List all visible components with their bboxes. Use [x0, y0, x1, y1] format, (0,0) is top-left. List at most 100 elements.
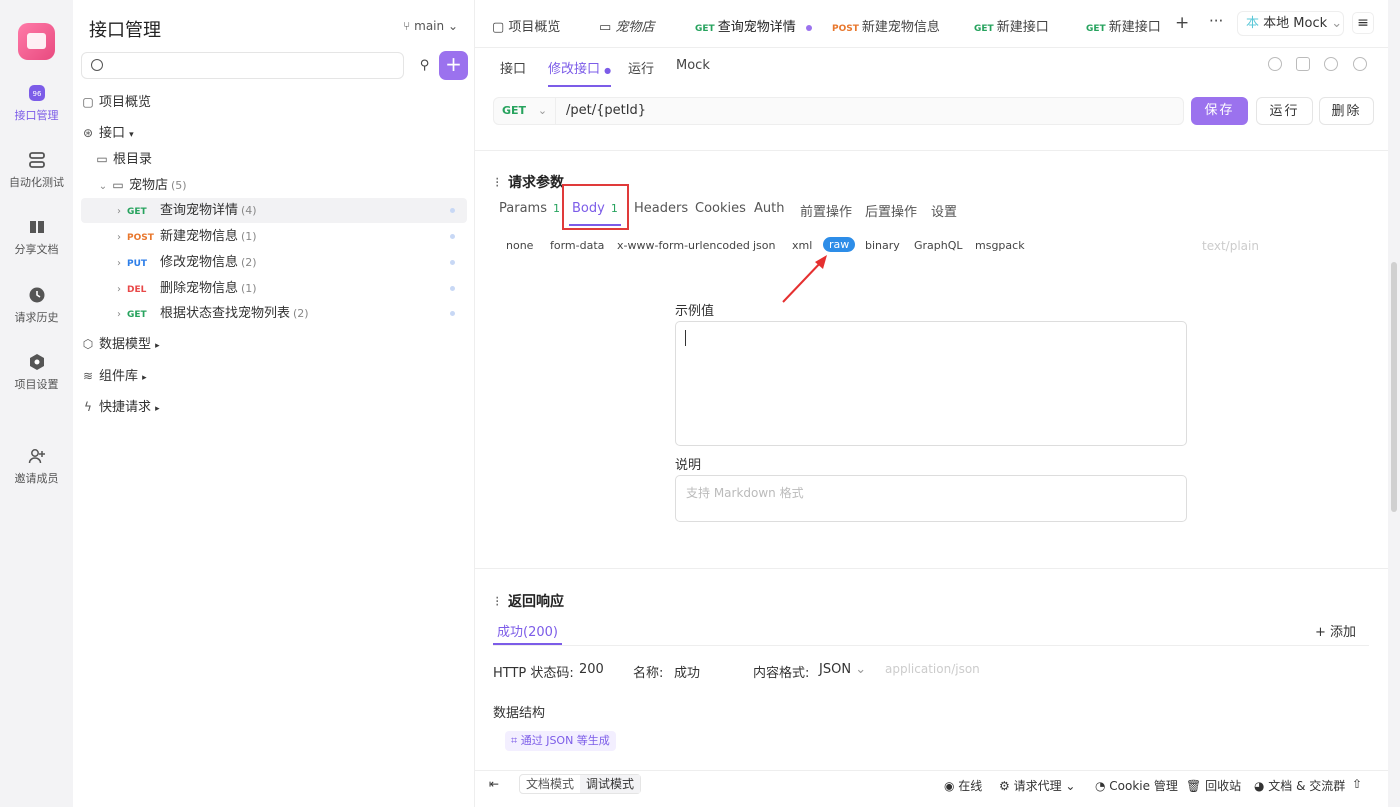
tab-params[interactable]: Params 1: [499, 201, 560, 216]
body-type-msgpack[interactable]: msgpack: [975, 239, 1025, 252]
rail-item-docs[interactable]: 分享文档: [0, 218, 73, 257]
tree-item-components[interactable]: ≋ 组件库 ▸: [81, 364, 467, 389]
tree-item-api[interactable]: › GET 查询宠物详情 (4): [81, 198, 467, 223]
app-logo: [18, 23, 55, 60]
trash-icon: 🗑: [1186, 779, 1206, 793]
chevron-down-icon: ⌄: [1331, 16, 1343, 31]
chart-icon[interactable]: [1268, 57, 1282, 71]
tree-item-api[interactable]: › DEL 删除宠物信息 (1): [81, 276, 467, 301]
status-dot: [450, 311, 455, 316]
clock-icon: [29, 287, 44, 303]
tree-item-api[interactable]: › GET 根据状态查找宠物列表 (2): [81, 301, 467, 326]
subtab-api[interactable]: 接口: [500, 58, 526, 77]
generate-from-json-button[interactable]: ⌗ 通过 JSON 等生成: [505, 731, 616, 751]
rail-item-automation[interactable]: 自动化测试: [0, 151, 73, 190]
tab-api[interactable]: POST 新建宠物信息: [832, 16, 940, 35]
menu-icon[interactable]: ≡: [1352, 12, 1374, 34]
plus-icon: +: [1315, 625, 1331, 640]
tab-overview[interactable]: ▢ 项目概览: [492, 16, 560, 35]
trash-button[interactable]: 🗑 回收站: [1186, 777, 1241, 794]
tab-cookies[interactable]: Cookies: [695, 201, 746, 216]
url-input[interactable]: /pet/{petId}: [566, 98, 646, 124]
sidebar-title: 接口管理: [89, 20, 161, 41]
tab-post-script[interactable]: 后置操作: [865, 201, 917, 220]
body-type-urlencoded[interactable]: x-www-form-urlencoded: [617, 239, 750, 252]
automation-icon: [28, 152, 45, 168]
share-icon[interactable]: [1324, 57, 1338, 71]
tab-pre-script[interactable]: 前置操作: [800, 201, 852, 220]
chevron-down-icon: ⌄: [1065, 779, 1076, 793]
status-code-value[interactable]: 200: [579, 662, 604, 677]
add-tab-button[interactable]: +: [1175, 13, 1189, 33]
name-value[interactable]: 成功: [674, 662, 700, 681]
body-type-binary[interactable]: binary: [865, 239, 900, 252]
subtab-bar: 接口 修改接口 ● 运行 Mock: [475, 48, 1388, 87]
online-status[interactable]: ◉ 在线: [944, 777, 982, 794]
env-selector[interactable]: 本 本地 Mock ⌄: [1237, 11, 1344, 36]
body-type-none[interactable]: none: [506, 239, 533, 252]
desc-textarea[interactable]: 支持 Markdown 格式: [675, 475, 1187, 522]
tab-auth[interactable]: Auth: [754, 201, 784, 216]
response-tab-success[interactable]: 成功(200): [493, 621, 562, 645]
scroll-top-icon[interactable]: ⇧: [1352, 777, 1362, 791]
highlight-box: [562, 184, 629, 230]
format-mime[interactable]: application/json: [885, 662, 980, 676]
doc-mode-button[interactable]: 文档模式: [520, 775, 580, 793]
delete-button[interactable]: 删除: [1319, 97, 1374, 125]
tab-settings[interactable]: 设置: [931, 201, 957, 220]
rail-item-history[interactable]: 请求历史: [0, 286, 73, 325]
method-select[interactable]: GET ⌄: [494, 98, 556, 124]
add-response-button[interactable]: + 添加: [1315, 621, 1356, 640]
debug-mode-button[interactable]: 调试模式: [580, 775, 641, 793]
subtab-edit[interactable]: 修改接口 ●: [548, 58, 612, 87]
caret-right-icon: ▸: [155, 404, 160, 414]
svg-text:96: 96: [32, 90, 41, 98]
community-button[interactable]: ◕ 文档 & 交流群: [1254, 777, 1345, 794]
tab-api[interactable]: GET 新建接口: [974, 16, 1049, 35]
rail-item-api[interactable]: 96 接口管理: [0, 84, 73, 123]
tab-api[interactable]: GET 新建接口: [1086, 16, 1161, 35]
subtab-mock[interactable]: Mock: [676, 58, 710, 73]
tree-item-folder[interactable]: ⌄ ▭ 宠物店 (5): [81, 173, 467, 198]
tree-item-api[interactable]: › POST 新建宠物信息 (1): [81, 224, 467, 249]
schema-label: 数据结构: [493, 706, 546, 721]
save-button[interactable]: 保存: [1191, 97, 1248, 125]
more-icon[interactable]: ···: [1209, 12, 1223, 30]
status-dot: [450, 208, 455, 213]
tree-item-api-root[interactable]: ⊛ 接口 ▾: [81, 121, 467, 146]
add-button[interactable]: +: [439, 51, 468, 80]
cookie-manager[interactable]: ◔ Cookie 管理: [1095, 777, 1178, 794]
tab-api-active[interactable]: GET 查询宠物详情: [695, 16, 812, 35]
copy-icon[interactable]: [1296, 57, 1310, 71]
gear-icon[interactable]: [1353, 57, 1367, 71]
tree-item-overview[interactable]: ▢ 项目概览: [81, 90, 467, 115]
search-input[interactable]: [81, 52, 404, 79]
filter-button[interactable]: ⚲: [411, 52, 438, 79]
subtab-run[interactable]: 运行: [628, 58, 654, 77]
response-title: ⁝ 返回响应: [495, 594, 564, 610]
body-type-graphql[interactable]: GraphQL: [914, 239, 963, 252]
example-textarea[interactable]: [675, 321, 1187, 446]
tree-item-root-dir[interactable]: ▭ 根目录: [81, 147, 467, 172]
tab-folder[interactable]: ▭ 宠物店: [599, 16, 654, 35]
rail-item-settings[interactable]: 项目设置: [0, 353, 73, 392]
scrollbar-thumb[interactable]: [1391, 262, 1397, 512]
scrollbar[interactable]: [1388, 0, 1400, 807]
lightning-icon: ϟ: [84, 400, 92, 414]
format-select[interactable]: JSON ⌄: [819, 662, 866, 677]
text-caret: [685, 330, 686, 346]
body-type-form-data[interactable]: form-data: [550, 239, 604, 252]
collapse-icon[interactable]: ⇤: [489, 777, 499, 791]
divider: [475, 150, 1388, 151]
branch-selector[interactable]: ⑂ main ⌄: [403, 19, 458, 33]
tree-item-models[interactable]: ⬡ 数据模型 ▸: [81, 332, 467, 357]
rail-item-invite[interactable]: 邀请成员: [0, 447, 73, 486]
content-type-input[interactable]: text/plain: [1202, 239, 1259, 253]
tab-headers[interactable]: Headers: [634, 201, 688, 216]
tree-item-quick[interactable]: ϟ 快捷请求 ▸: [81, 395, 467, 420]
filter-icon: ⚲: [419, 58, 430, 73]
tree-item-api[interactable]: › PUT 修改宠物信息 (2): [81, 250, 467, 275]
run-button[interactable]: 运行: [1256, 97, 1313, 125]
proxy-menu[interactable]: ⚙ 请求代理 ⌄: [999, 777, 1075, 794]
body-type-json[interactable]: json: [753, 239, 776, 252]
